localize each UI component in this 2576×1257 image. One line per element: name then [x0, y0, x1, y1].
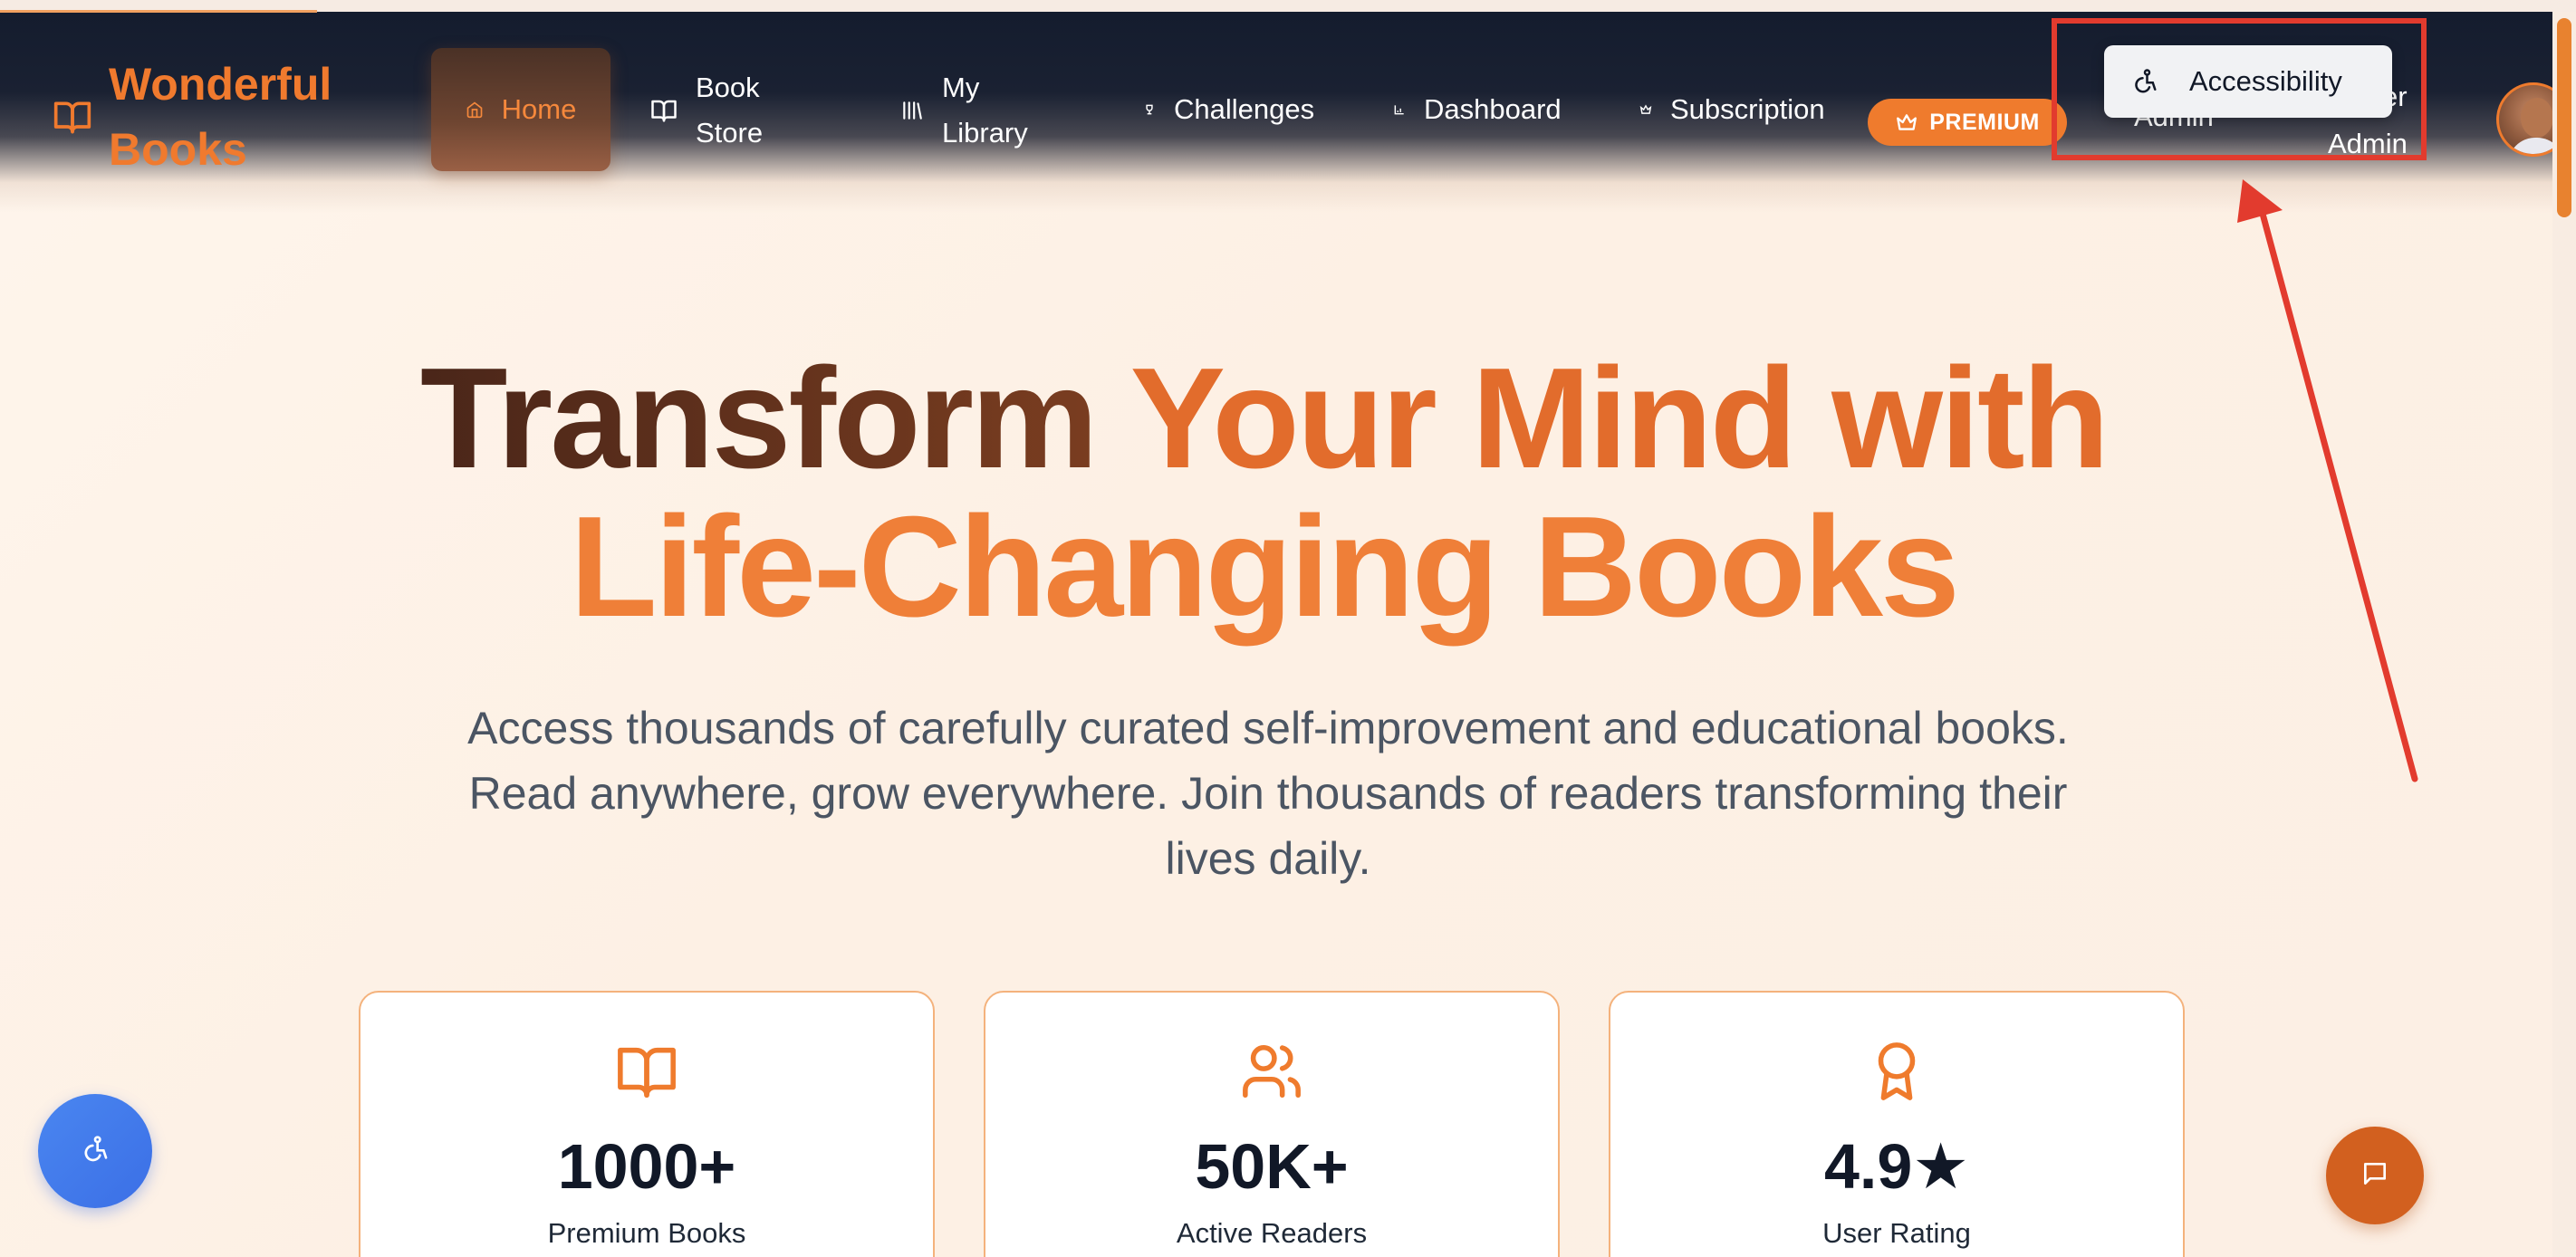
nav-challenges-label: Challenges: [1174, 93, 1315, 125]
library-icon: [900, 99, 924, 122]
hero-title: Transform Your Mind with Life-Changing B…: [0, 344, 2527, 641]
loading-indicator: [0, 10, 317, 13]
hero-title-part2: Your Mind with: [1129, 339, 2110, 498]
nav-my-library[interactable]: My Library: [900, 65, 1028, 156]
scrollbar-thumb[interactable]: [2557, 18, 2571, 217]
book-open-icon: [360, 1040, 933, 1103]
brand-name-line1: Wonderful: [109, 59, 332, 110]
brand-logo[interactable]: Wonderful Books: [53, 52, 332, 182]
hero-subtitle: Access thousands of carefully curated se…: [467, 703, 2069, 884]
stat-label: Active Readers: [1176, 1217, 1368, 1249]
nav-book-store-label: Book Store: [696, 65, 763, 156]
nav-my-library-line1: My: [942, 72, 980, 103]
stat-label: Premium Books: [547, 1217, 746, 1249]
book-open-icon: [53, 97, 92, 137]
nav-home-label: Home: [501, 93, 577, 125]
award-icon: [1610, 1040, 2183, 1103]
crown-small-icon: [1639, 103, 1652, 116]
stat-value: 1000+: [557, 1131, 736, 1202]
nav-subscription[interactable]: Subscription: [1639, 87, 1825, 132]
stat-card-books: 1000+ Premium Books: [359, 991, 935, 1257]
hero-title-line2: Life-Changing Books: [570, 487, 1960, 647]
nav-my-library-label: My Library: [942, 65, 1028, 156]
brand-name-line2: Books: [109, 124, 247, 175]
nav-dashboard-label: Dashboard: [1424, 93, 1562, 125]
nav-home[interactable]: Home: [431, 48, 610, 171]
hero-title-part1: Transform: [419, 339, 1099, 498]
brand-name: Wonderful Books: [109, 52, 332, 182]
chart-icon: [1393, 103, 1406, 116]
premium-label: PREMIUM: [1929, 109, 2040, 135]
accessibility-icon: [81, 1135, 110, 1168]
crown-icon: [1895, 110, 1918, 134]
stat-card-rating: 4.9★ User Rating: [1609, 991, 2185, 1257]
nav-book-store-line2: Store: [696, 117, 764, 149]
window-top-edge: [0, 0, 2576, 13]
stat-value: 50K+: [1195, 1131, 1349, 1202]
stat-card-readers: 50K+ Active Readers: [984, 991, 1560, 1257]
premium-badge[interactable]: PREMIUM: [1868, 99, 2067, 146]
accessibility-button[interactable]: [38, 1094, 152, 1208]
avatar-head: [2521, 98, 2553, 138]
nav-dashboard[interactable]: Dashboard: [1393, 87, 1562, 132]
nav-book-store-line1: Book: [696, 72, 760, 103]
chat-button[interactable]: [2326, 1127, 2424, 1224]
users-icon: [985, 1040, 1558, 1103]
chat-icon: [2360, 1159, 2389, 1193]
nav-book-store[interactable]: Book Store: [650, 65, 763, 156]
annotation-highlight-box: [2052, 18, 2427, 160]
nav-subscription-label: Subscription: [1670, 93, 1825, 125]
nav-challenges[interactable]: Challenges: [1143, 87, 1314, 132]
trophy-icon: [1143, 103, 1156, 116]
stat-label: User Rating: [1822, 1217, 1971, 1249]
nav-my-library-line2: Library: [942, 117, 1028, 149]
book-open-icon: [650, 97, 678, 124]
home-icon: [466, 101, 484, 119]
stat-value: 4.9★: [1823, 1131, 1970, 1202]
